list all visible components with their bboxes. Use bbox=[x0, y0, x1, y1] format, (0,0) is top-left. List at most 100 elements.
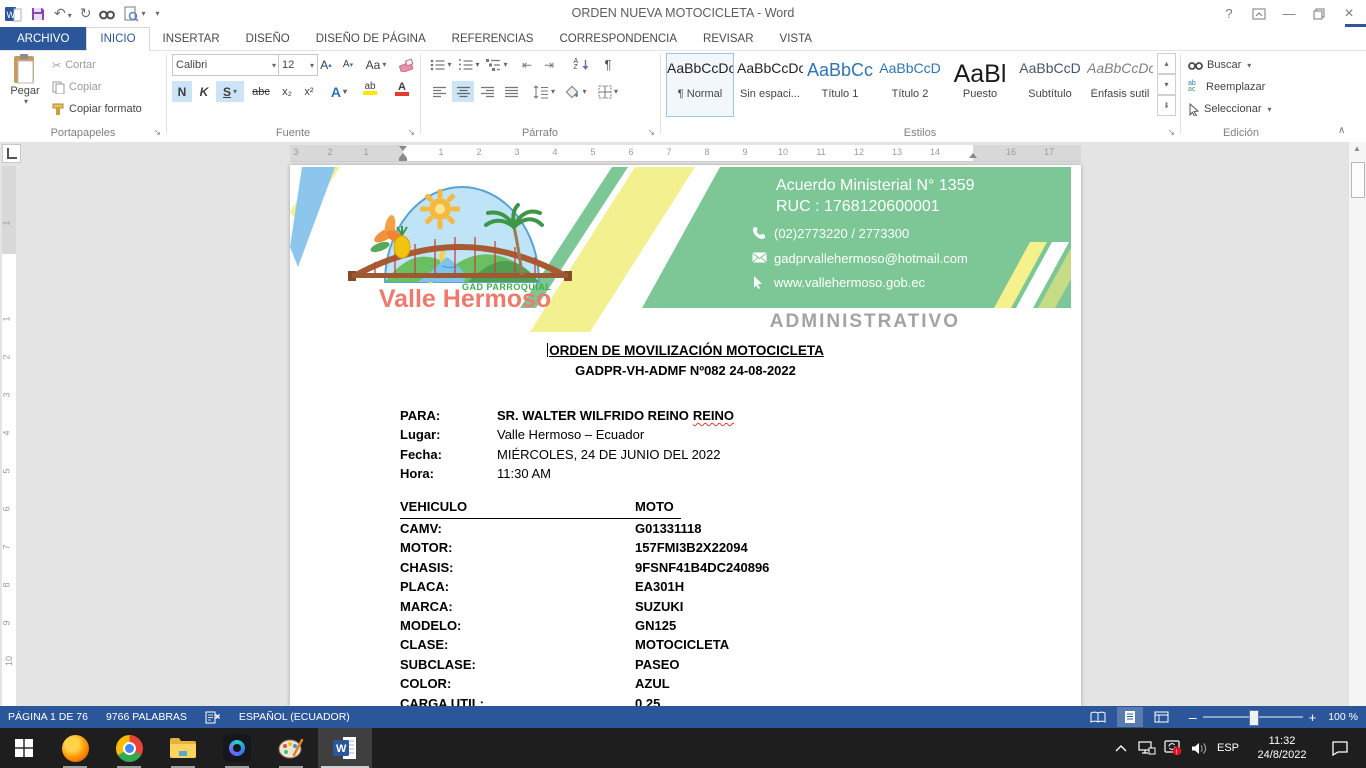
style-enfasis-sutil[interactable]: AaBbCcDcÉnfasis sutil bbox=[1086, 53, 1154, 117]
tray-clock[interactable]: 11:32 24/8/2022 bbox=[1246, 728, 1318, 768]
subscript-button[interactable]: x₂ bbox=[276, 81, 298, 102]
bullets-button[interactable]: ▾ bbox=[428, 54, 454, 75]
font-color-button[interactable]: A bbox=[388, 78, 416, 99]
tab-vista[interactable]: VISTA bbox=[767, 27, 825, 50]
taskbar-firefox[interactable] bbox=[48, 728, 102, 768]
tab-diseno[interactable]: DISEÑO bbox=[233, 27, 303, 50]
bold-button[interactable]: N bbox=[172, 81, 192, 102]
style-normal[interactable]: AaBbCcDc¶ Normal bbox=[666, 53, 734, 117]
copy-button[interactable]: Copiar bbox=[52, 77, 101, 97]
document-page[interactable]: Acuerdo Ministerial N° 1359 RUC : 176812… bbox=[290, 165, 1081, 706]
restore-button[interactable] bbox=[1304, 3, 1334, 25]
clear-formatting-button[interactable] bbox=[396, 54, 416, 75]
sort-button[interactable]: AZ bbox=[568, 54, 594, 75]
shading-button[interactable]: ▾ bbox=[562, 81, 590, 102]
styles-scroll-up-button[interactable]: ▴ bbox=[1157, 53, 1176, 74]
ribbon-display-options-button[interactable] bbox=[1244, 3, 1274, 25]
superscript-button[interactable]: x² bbox=[298, 81, 320, 102]
style-titulo-2[interactable]: AaBbCcDTítulo 2 bbox=[876, 53, 944, 117]
numbering-button[interactable]: ▾ bbox=[456, 54, 482, 75]
cut-button[interactable]: ✂Cortar bbox=[52, 55, 96, 75]
align-left-button[interactable] bbox=[428, 81, 450, 102]
proofing-errors-icon[interactable] bbox=[205, 710, 221, 724]
clipboard-dialog-launcher[interactable]: ↘ bbox=[153, 127, 161, 138]
font-size-combo[interactable]: 12▾ bbox=[278, 54, 318, 76]
align-right-button[interactable] bbox=[476, 81, 498, 102]
tab-archivo[interactable]: ARCHIVO bbox=[0, 27, 86, 50]
tray-volume-icon[interactable] bbox=[1186, 728, 1212, 768]
format-painter-button[interactable]: Copiar formato bbox=[52, 99, 142, 119]
language-indicator[interactable]: ESPAÑOL (ECUADOR) bbox=[239, 711, 350, 723]
tab-diseno-pagina[interactable]: DISEÑO DE PÁGINA bbox=[303, 27, 439, 50]
read-mode-button[interactable] bbox=[1085, 707, 1111, 727]
line-spacing-button[interactable]: ▾ bbox=[530, 81, 558, 102]
text-effects-button[interactable]: A▾ bbox=[326, 81, 352, 102]
zoom-level[interactable]: 100 % bbox=[1328, 711, 1358, 723]
tab-insertar[interactable]: INSERTAR bbox=[150, 27, 233, 50]
vertical-ruler[interactable]: 1 1 2 3 4 5 6 7 8 9 10 bbox=[2, 166, 16, 706]
find-menu-button[interactable]: Buscar▾ bbox=[1188, 55, 1251, 75]
tab-stop-selector[interactable] bbox=[2, 144, 21, 163]
style-puesto[interactable]: AaBlPuesto bbox=[946, 53, 1014, 117]
taskbar-webex[interactable] bbox=[210, 728, 264, 768]
grow-font-button[interactable]: A▴ bbox=[316, 54, 336, 75]
justify-button[interactable] bbox=[500, 81, 522, 102]
align-center-button[interactable] bbox=[452, 81, 474, 102]
paste-button[interactable]: Pegar▾ bbox=[4, 53, 46, 121]
tab-correspondencia[interactable]: CORRESPONDENCIA bbox=[546, 27, 690, 50]
action-center-button[interactable] bbox=[1322, 728, 1358, 768]
style-subtitulo[interactable]: AaBbCcDSubtítulo bbox=[1016, 53, 1084, 117]
styles-more-button[interactable]: ⇟ bbox=[1157, 95, 1176, 116]
tray-update-icon[interactable]: ! bbox=[1160, 728, 1186, 768]
decrease-indent-button[interactable]: ⇤ bbox=[516, 54, 538, 75]
underline-button[interactable]: S▾ bbox=[216, 81, 244, 102]
zoom-slider[interactable] bbox=[1203, 716, 1303, 718]
style-sin-espaciado[interactable]: AaBbCcDcSin espaci... bbox=[736, 53, 804, 117]
vertical-scrollbar[interactable]: ▲ bbox=[1348, 142, 1366, 706]
replace-button[interactable]: ab ac Reemplazar bbox=[1188, 77, 1265, 97]
collapse-ribbon-button[interactable]: ∧ bbox=[1338, 125, 1345, 136]
strikethrough-button[interactable]: abc bbox=[248, 81, 274, 102]
italic-button[interactable]: K bbox=[194, 81, 214, 102]
tray-network-icon[interactable] bbox=[1134, 728, 1160, 768]
scrollbar-thumb[interactable] bbox=[1351, 162, 1365, 198]
font-name-combo[interactable]: Calibri▾ bbox=[172, 54, 280, 76]
close-button[interactable]: × bbox=[1334, 3, 1364, 25]
tab-revisar[interactable]: REVISAR bbox=[690, 27, 767, 50]
page-indicator[interactable]: PÁGINA 1 DE 76 bbox=[8, 711, 88, 723]
style-titulo-1[interactable]: AaBbCcTítulo 1 bbox=[806, 53, 874, 117]
show-marks-button[interactable]: ¶ bbox=[598, 54, 618, 75]
word-count[interactable]: 9766 PALABRAS bbox=[106, 711, 187, 723]
horizontal-ruler[interactable]: 3 2 1 1 2 3 4 5 6 7 8 9 10 11 12 13 14 1… bbox=[290, 145, 1081, 162]
styles-dialog-launcher[interactable]: ↘ bbox=[1167, 127, 1175, 138]
zoom-slider-thumb[interactable] bbox=[1249, 710, 1259, 726]
taskbar-file-explorer[interactable] bbox=[156, 728, 210, 768]
print-layout-button[interactable] bbox=[1117, 707, 1143, 727]
tab-inicio[interactable]: INICIO bbox=[86, 27, 149, 51]
right-indent-marker[interactable] bbox=[969, 153, 977, 158]
change-case-button[interactable]: Aa▾ bbox=[362, 54, 390, 75]
scroll-up-button[interactable]: ▲ bbox=[1349, 144, 1365, 153]
tab-referencias[interactable]: REFERENCIAS bbox=[439, 27, 547, 50]
help-button[interactable]: ? bbox=[1214, 3, 1244, 25]
zoom-in-button[interactable]: + bbox=[1309, 710, 1317, 725]
first-line-indent-marker[interactable] bbox=[399, 146, 407, 151]
tray-language[interactable]: ESP bbox=[1212, 728, 1244, 768]
highlight-button[interactable]: ab bbox=[356, 78, 384, 99]
left-indent-marker[interactable] bbox=[399, 158, 407, 161]
paragraph-dialog-launcher[interactable]: ↘ bbox=[647, 127, 655, 138]
styles-scroll-down-button[interactable]: ▾ bbox=[1157, 74, 1176, 95]
font-dialog-launcher[interactable]: ↘ bbox=[407, 127, 415, 138]
tray-show-hidden-icons[interactable] bbox=[1108, 728, 1134, 768]
taskbar-paint[interactable] bbox=[264, 728, 318, 768]
web-layout-button[interactable] bbox=[1149, 707, 1175, 727]
start-button[interactable] bbox=[0, 728, 48, 768]
minimize-button[interactable]: — bbox=[1274, 3, 1304, 25]
borders-button[interactable]: ▾ bbox=[594, 81, 622, 102]
zoom-out-button[interactable]: – bbox=[1189, 709, 1197, 725]
multilevel-list-button[interactable]: ▾ bbox=[484, 54, 510, 75]
select-menu-button[interactable]: Seleccionar▾ bbox=[1188, 99, 1272, 119]
taskbar-word[interactable]: W bbox=[318, 728, 372, 768]
taskbar-chrome[interactable] bbox=[102, 728, 156, 768]
increase-indent-button[interactable]: ⇥ bbox=[538, 54, 560, 75]
